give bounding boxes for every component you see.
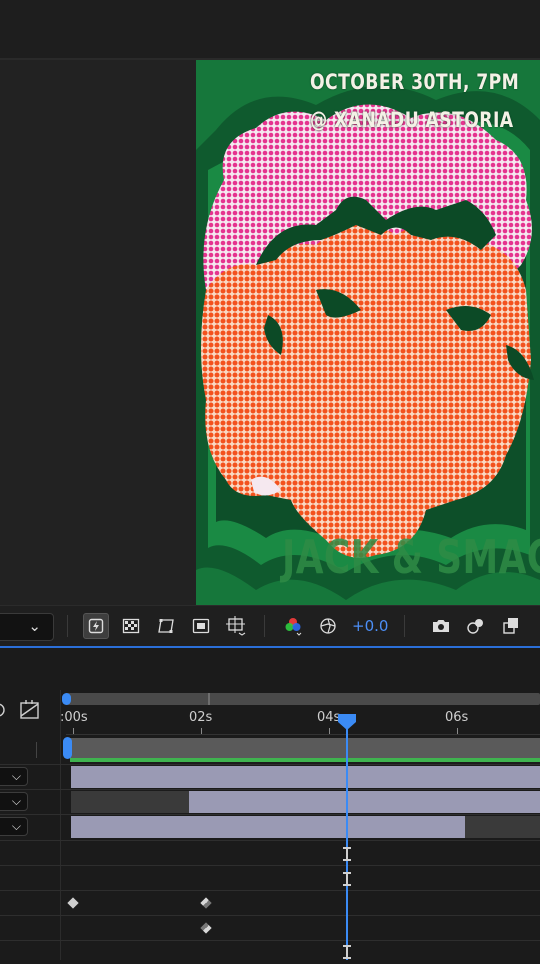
current-time-indicator-line[interactable] [346, 726, 348, 960]
motion-blur-icon[interactable] [0, 700, 8, 720]
viewer-toolbar: ⌄ +0.0 [0, 605, 540, 646]
show-snapshot-icon [467, 619, 483, 634]
poster-venue-text: @ XANADU ASTORIA [310, 108, 514, 132]
poster-date-text: OCTOBER 30TH, 7PM [310, 70, 520, 94]
row-divider [0, 940, 540, 941]
toolbar-divider [264, 615, 265, 637]
magnification-dropdown[interactable]: ⌄ [0, 613, 54, 641]
work-area-start-handle[interactable] [63, 737, 72, 759]
layer-empty-range [465, 816, 540, 838]
work-area-bar[interactable] [70, 738, 540, 758]
mask-path-icon [158, 619, 174, 633]
row-divider [0, 890, 540, 891]
row-divider [0, 915, 540, 916]
copy-frame-icon [503, 618, 518, 634]
graph-editor-button[interactable] [18, 698, 42, 722]
current-time-indicator-head[interactable] [337, 713, 357, 731]
project-panel [0, 60, 196, 605]
color-channels-icon [285, 618, 302, 636]
poster-artwork [196, 60, 540, 605]
top-panel-strip [0, 0, 540, 60]
row-divider [0, 865, 540, 866]
keyframe-marker-icon[interactable] [341, 944, 353, 960]
exposure-reset-button[interactable] [315, 613, 341, 639]
time-navigator-start-handle[interactable] [62, 693, 71, 705]
snapshot-icon [433, 620, 449, 632]
region-of-interest-button[interactable] [188, 613, 214, 639]
row-divider [0, 840, 540, 841]
guides-button[interactable] [223, 613, 249, 639]
layer-duration-bar[interactable] [71, 766, 540, 788]
fast-preview-button[interactable] [83, 613, 109, 639]
layer-mode-dropdown[interactable]: ⌵ [0, 767, 28, 786]
time-ruler-label: 02s [189, 710, 213, 725]
chevron-down-icon: ⌄ [28, 617, 41, 635]
guides-icon [226, 616, 246, 636]
layer-duration-bar[interactable] [189, 791, 540, 813]
chevron-down-icon: ⌵ [11, 769, 21, 783]
color-channels-button[interactable] [280, 613, 306, 639]
chevron-down-icon: ⌵ [11, 819, 21, 833]
mask-path-button[interactable] [153, 613, 179, 639]
toolbar-divider [67, 615, 68, 637]
show-snapshot-button[interactable] [463, 613, 489, 639]
row-divider [0, 764, 540, 765]
transparency-grid-button[interactable] [118, 613, 144, 639]
layer-column-border [60, 690, 61, 960]
composition-viewer[interactable]: OCTOBER 30TH, 7PM @ XANADU ASTORIA JACK … [196, 60, 540, 605]
layer-mode-dropdown[interactable]: ⌵ [0, 817, 28, 836]
keyframe-marker-icon[interactable] [341, 871, 353, 887]
copy-frame-button[interactable] [498, 613, 524, 639]
exposure-value[interactable]: +0.0 [352, 617, 388, 635]
column-divider [36, 742, 37, 758]
graph-editor-icon [20, 700, 39, 719]
time-ruler-baseline [66, 734, 540, 735]
cached-frames-indicator [70, 758, 540, 762]
transparency-grid-icon [122, 618, 140, 634]
time-ruler-label: :00s [60, 710, 88, 725]
poster-title-text: JACK & SMACK [282, 530, 540, 584]
exposure-reset-icon [320, 618, 336, 634]
time-navigator[interactable] [66, 693, 540, 705]
keyframe-marker-icon[interactable] [341, 846, 353, 862]
layer-mode-dropdown[interactable]: ⌵ [0, 792, 28, 811]
chevron-down-icon: ⌵ [11, 794, 21, 808]
time-navigator-marker [208, 693, 210, 705]
region-of-interest-icon [192, 618, 210, 634]
snapshot-button[interactable] [428, 613, 454, 639]
row-divider [0, 789, 540, 790]
layer-empty-range [71, 791, 189, 813]
time-ruler-label: 06s [445, 710, 469, 725]
fast-preview-icon [88, 618, 104, 634]
layer-duration-bar[interactable] [71, 816, 465, 838]
row-divider [0, 814, 540, 815]
toolbar-divider [404, 615, 405, 637]
